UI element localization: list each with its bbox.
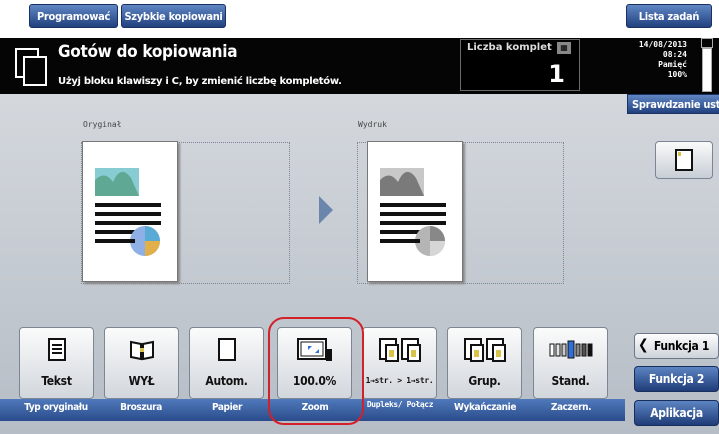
function1-label: Funkcja 1: [653, 339, 710, 353]
check-settings-button[interactable]: Sprawdzanie usta: [627, 94, 719, 114]
density-button[interactable]: Stand.: [533, 327, 608, 399]
application-tab[interactable]: Aplikacja: [634, 400, 719, 426]
status-hint: Użyj bloku klawiszy i C, by zmienić licz…: [58, 76, 342, 87]
duplex-button[interactable]: 1→str. > 1→str.: [362, 327, 437, 399]
time: 08:24: [662, 50, 687, 59]
original-type-button[interactable]: Tekst: [19, 327, 94, 399]
sets-counter[interactable]: Liczba komplet ▦ 1: [460, 39, 580, 91]
page-icon: [675, 149, 693, 171]
finishing-button[interactable]: Grup.: [447, 327, 522, 399]
text-page-icon: [47, 338, 66, 361]
copy-document-icon: [15, 48, 47, 86]
original-page: [82, 141, 178, 282]
original-settings-button[interactable]: [655, 141, 713, 179]
memory-value: 100%: [667, 70, 687, 79]
sets-label: Liczba komplet: [467, 42, 552, 53]
arrow-right-icon: [319, 196, 333, 224]
density-value: Stand.: [551, 374, 590, 388]
status-title: Gotów do kopiowania: [58, 42, 238, 62]
paper-button[interactable]: Autom.: [189, 327, 264, 399]
sets-value: 1: [548, 60, 565, 88]
finishing-caption: Wykańczanie: [453, 402, 517, 413]
date: 14/08/2013: [638, 40, 687, 49]
memory-label: Pamięć: [658, 60, 687, 69]
paper-value: Autom.: [205, 374, 248, 388]
duplex-value: 1→str. > 1→str.: [365, 376, 434, 385]
paper-icon: [217, 338, 236, 361]
finishing-value: Grup.: [468, 374, 501, 388]
function1-tab[interactable]: ❮ Funkcja 1: [634, 333, 719, 359]
function2-tab[interactable]: Funkcja 2: [634, 366, 719, 392]
finishing-icon: [463, 338, 506, 362]
output-label: Wydruk: [358, 120, 387, 129]
booklet-value: WYŁ: [128, 374, 155, 388]
paper-caption: Papier: [211, 402, 243, 413]
original-type-caption: Typ oryginału: [24, 402, 88, 413]
original-label: Oryginał: [83, 120, 122, 129]
job-list-button[interactable]: Lista zadań: [626, 4, 712, 28]
booklet-caption: Broszura: [120, 402, 162, 413]
density-icon: [549, 340, 592, 359]
chevron-left-icon: ❮: [638, 337, 649, 353]
status-panel: Gotów do kopiowania Użyj bloku klawiszy …: [0, 38, 719, 94]
original-page-icon: [95, 168, 161, 256]
booklet-icon: [129, 340, 154, 361]
booklet-button[interactable]: WYŁ: [104, 327, 179, 399]
memory-bar: [702, 48, 712, 92]
quick-copy-button[interactable]: Szybkie kopiowani: [121, 4, 226, 28]
original-type-value: Tekst: [41, 374, 72, 388]
date-time: 14/08/2013 08:24 Pamięć 100%: [639, 40, 687, 80]
keypad-icon: ▦: [557, 42, 571, 54]
message-icon: [701, 38, 713, 48]
zoom-highlight: [268, 317, 364, 425]
top-toolbar: Programować Szybkie kopiowani Lista zada…: [0, 0, 719, 38]
output-page-icon: [380, 168, 446, 256]
duplex-icon: [378, 338, 421, 362]
duplex-caption: Dupleks/ Połącz: [366, 400, 434, 409]
output-page: [367, 141, 463, 282]
programs-button[interactable]: Programować: [29, 4, 118, 28]
density-caption: Zaczern.: [550, 402, 592, 413]
